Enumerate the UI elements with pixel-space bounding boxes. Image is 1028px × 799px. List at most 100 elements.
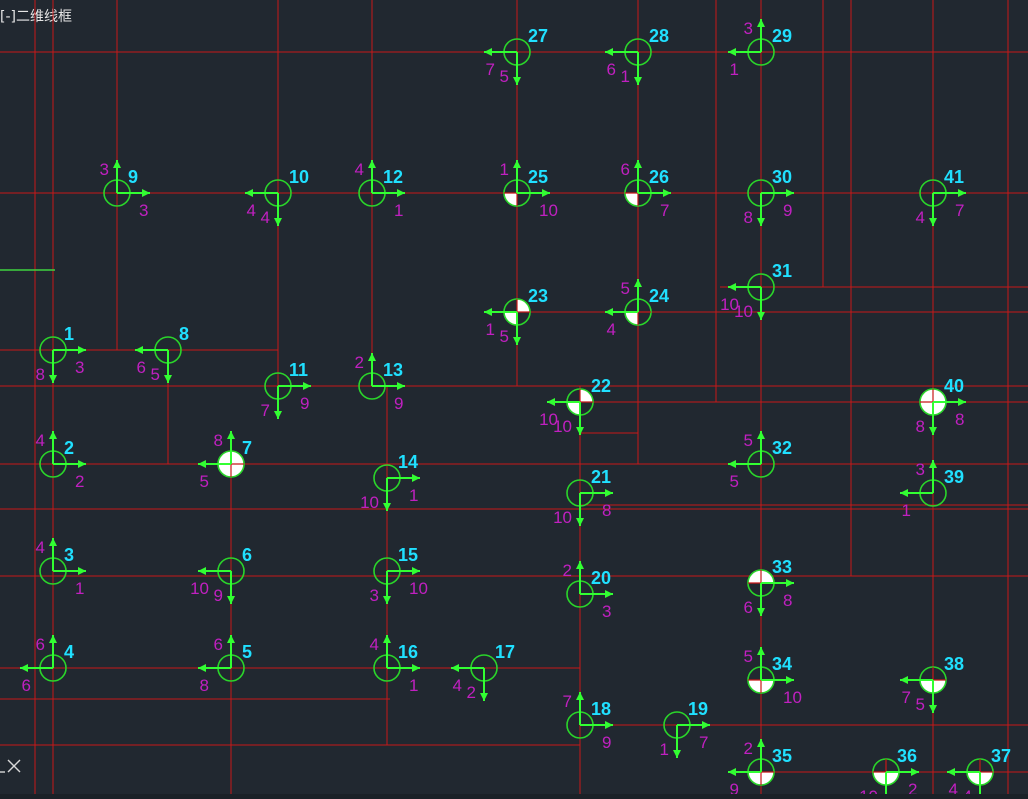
node-7[interactable]: 8 5 7 <box>198 431 252 491</box>
node-11[interactable]: 9 7 11 <box>261 360 311 420</box>
direction-label: 8 <box>783 591 792 610</box>
grid-lines <box>0 0 1028 799</box>
node-38[interactable]: 7 5 38 <box>900 654 964 714</box>
node-5[interactable]: 6 8 5 <box>198 635 252 695</box>
node-18[interactable]: 7 9 18 <box>563 692 613 752</box>
node-26[interactable]: 6 7 26 <box>621 160 671 220</box>
direction-label: 6 <box>214 635 223 654</box>
arrowhead-icon <box>605 721 613 729</box>
direction-label: 5 <box>500 67 509 86</box>
arrowhead-icon <box>702 721 710 729</box>
arrowhead-icon <box>78 567 86 575</box>
node-10[interactable]: 4 4 10 <box>245 167 309 227</box>
node-label: 27 <box>528 26 548 46</box>
direction-label: 2 <box>75 472 84 491</box>
node-label: 15 <box>398 545 418 565</box>
node-25[interactable]: 1 10 25 <box>500 160 558 220</box>
direction-label: 3 <box>744 19 753 38</box>
node-3[interactable]: 4 13 <box>36 538 86 598</box>
direction-label: 9 <box>602 733 611 752</box>
node-34[interactable]: 5 10 34 <box>744 647 802 707</box>
node-label: 17 <box>495 642 515 662</box>
arrowhead-icon <box>576 427 584 435</box>
node-30[interactable]: 9 8 30 <box>744 167 794 227</box>
direction-label: 6 <box>36 635 45 654</box>
node-32[interactable]: 5 5 32 <box>728 431 792 491</box>
direction-label: 8 <box>916 417 925 436</box>
node-40[interactable]: 8 8 40 <box>916 376 966 436</box>
direction-label: 10 <box>409 579 428 598</box>
arrowhead-icon <box>484 48 492 56</box>
node-label: 20 <box>591 568 611 588</box>
direction-label: 10 <box>539 201 558 220</box>
direction-label: 1 <box>409 676 418 695</box>
node-16[interactable]: 4 1 16 <box>370 635 420 695</box>
arrowhead-icon <box>757 312 765 320</box>
direction-label: 3 <box>75 358 84 377</box>
node-41[interactable]: 7 4 41 <box>916 167 966 227</box>
node-20[interactable]: 2 3 20 <box>563 561 613 621</box>
node-2[interactable]: 422 <box>36 431 86 491</box>
node-label: 21 <box>591 467 611 487</box>
arrowhead-icon <box>900 489 908 497</box>
node-27[interactable]: 7 5 27 <box>484 26 548 86</box>
node-23[interactable]: 1 523 <box>484 286 548 346</box>
arrowhead-icon <box>412 567 420 575</box>
node-21[interactable]: 8 10 21 <box>553 467 613 527</box>
node-22[interactable]: 101022 <box>539 376 611 436</box>
node-label: 14 <box>398 452 418 472</box>
node-13[interactable]: 2 9 13 <box>355 353 405 413</box>
arrowhead-icon <box>383 503 391 511</box>
direction-label: 2 <box>744 739 753 758</box>
node-label: 9 <box>128 167 138 187</box>
arrowhead-icon <box>605 590 613 598</box>
arrowhead-icon <box>113 160 121 168</box>
node-35[interactable]: 2935 <box>728 739 792 799</box>
node-label: 35 <box>772 746 792 766</box>
drawing-canvas[interactable]: 8 31422413664 68510 968576 583394 41097114112… <box>0 0 1028 799</box>
node-17[interactable]: 4 2 17 <box>451 642 515 702</box>
arrowhead-icon <box>451 664 459 672</box>
node-4[interactable]: 664 <box>20 635 74 695</box>
node-9[interactable]: 3 39 <box>100 160 150 220</box>
node-39[interactable]: 3 1 39 <box>900 460 964 520</box>
node-6[interactable]: 10 9 6 <box>190 545 252 605</box>
arrowhead-icon <box>757 19 765 27</box>
node-label: 31 <box>772 261 792 281</box>
arrowhead-icon <box>274 218 282 226</box>
node-15[interactable]: 10 3 15 <box>370 545 428 605</box>
direction-label: 9 <box>214 586 223 605</box>
direction-label: 1 <box>409 486 418 505</box>
direction-label: 6 <box>607 60 616 79</box>
direction-label: 8 <box>602 501 611 520</box>
node-label: 4 <box>64 642 74 662</box>
direction-label: 1 <box>902 501 911 520</box>
arrowhead-icon <box>576 518 584 526</box>
direction-label: 8 <box>36 365 45 384</box>
direction-label: 5 <box>916 695 925 714</box>
node-label: 33 <box>772 557 792 577</box>
arrowhead-icon <box>786 189 794 197</box>
node-1[interactable]: 8 31 <box>36 324 86 384</box>
direction-label: 4 <box>247 201 256 220</box>
arrowhead-icon <box>484 308 492 316</box>
direction-label: 5 <box>744 647 753 666</box>
node-24[interactable]: 5 4 24 <box>605 279 669 339</box>
node-12[interactable]: 4 1 12 <box>355 160 405 220</box>
node-33[interactable]: 8 6 33 <box>744 557 794 617</box>
direction-label: 4 <box>36 538 45 557</box>
node-19[interactable]: 7 1 19 <box>660 699 710 759</box>
node-14[interactable]: 1 10 14 <box>360 452 420 512</box>
status-strip <box>0 794 1028 799</box>
arrowhead-icon <box>513 337 521 345</box>
node-8[interactable]: 6 5 8 <box>135 324 189 384</box>
node-29[interactable]: 3 1 29 <box>728 19 792 79</box>
arrowhead-icon <box>728 460 736 468</box>
arrowhead-icon <box>513 77 521 85</box>
node-label: 29 <box>772 26 792 46</box>
direction-label: 3 <box>139 201 148 220</box>
direction-label: 5 <box>200 472 209 491</box>
arrowhead-icon <box>757 608 765 616</box>
node-28[interactable]: 6 1 28 <box>605 26 669 86</box>
arrowhead-icon <box>947 768 955 776</box>
